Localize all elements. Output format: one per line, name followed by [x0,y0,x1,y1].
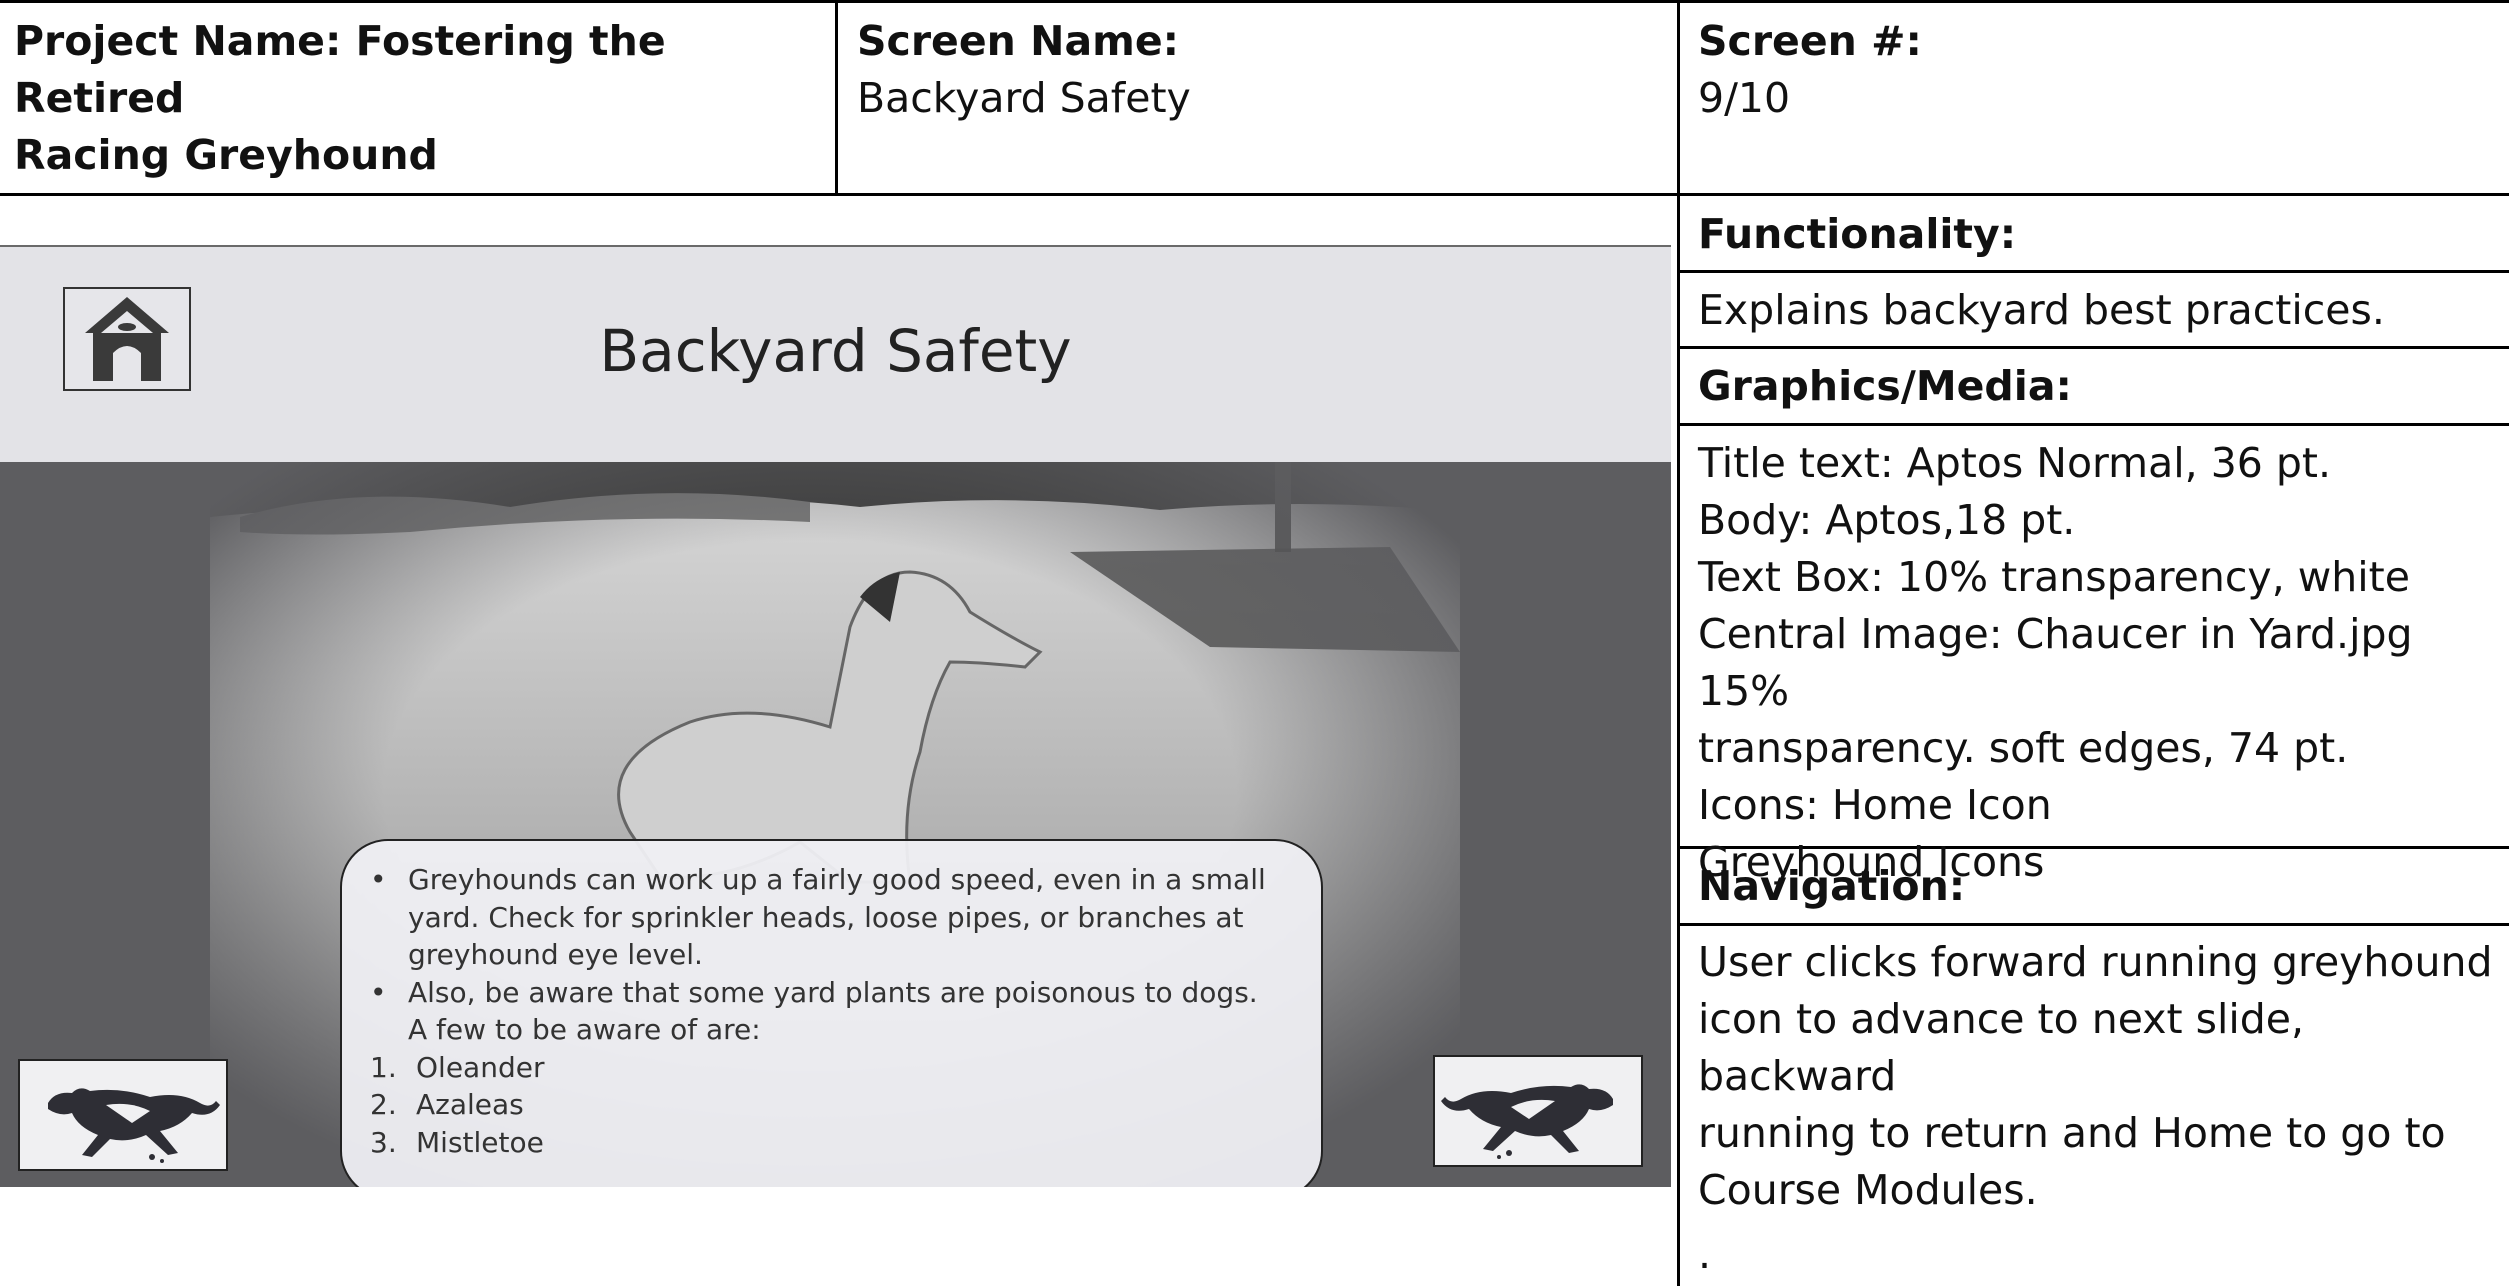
navigation-line: icon to advance to next slide, backward [1698,995,2305,1100]
graphics-line: Title text: Aptos Normal, 36 pt. [1698,439,2332,487]
bullet-item: • Greyhounds can work up a fairly good s… [370,861,1281,974]
bullet-text: Greyhounds can work up a fairly good spe… [408,863,1266,971]
trailing-period: . [1698,1230,1712,1278]
screen-number-label: Screen #: [1698,17,1922,65]
plant-name: Oleander [416,1050,545,1084]
plant-list-item: 2. Azaleas [370,1086,1281,1124]
navigation-details: User clicks forward running greyhound ic… [1698,934,2498,1219]
list-number: 1. [370,1050,397,1084]
slide-preview: Backyard Safety • Greyhounds can work up… [0,245,1671,1187]
graphics-line: transparency. soft edges, 74 pt. [1698,724,2349,772]
screen-name-label: Screen Name: [857,17,1180,65]
plant-list-item: 3. Mistletoe [370,1124,1281,1162]
running-greyhound-icon [1441,1084,1613,1159]
project-name-line-2: Racing Greyhound [14,131,438,179]
bullet-item: • Also, be aware that some yard plants a… [370,974,1281,1049]
graphics-line: Body: Aptos,18 pt. [1698,496,2076,544]
graphics-line: Icons: Home Icon [1698,781,2052,829]
bullet-text: Also, be aware that some yard plants are… [408,975,1258,1047]
list-number: 3. [370,1125,397,1159]
screen-number-cell: Screen #: 9/10 [1698,13,2498,127]
table-divider-2 [1677,0,1680,1286]
screen-number-value: 9/10 [1698,74,1791,122]
plant-list-item: 1. Oleander [370,1049,1281,1087]
forward-button[interactable] [1433,1055,1643,1167]
project-name-line-1: Project Name: Fostering the Retired [14,17,666,122]
slide-title: Backyard Safety [599,317,1072,385]
list-number: 2. [370,1088,397,1121]
navigation-label: Navigation: [1698,862,1966,910]
slide-text-box: • Greyhounds can work up a fairly good s… [340,839,1323,1187]
functionality-label: Functionality: [1698,210,2017,258]
side-rule-1 [1678,270,2509,273]
graphics-line: Central Image: Chaucer in Yard.jpg 15% [1698,610,2413,715]
navigation-line: User clicks forward running greyhound [1698,938,2493,986]
graphics-media-details: Title text: Aptos Normal, 36 pt. Body: A… [1698,435,2498,891]
side-rule-3 [1678,423,2509,426]
graphics-media-label: Graphics/Media: [1698,362,2072,410]
navigation-line: Course Modules. [1698,1166,2038,1214]
navigation-line: running to return and Home to go to [1698,1109,2446,1157]
running-greyhound-icon [48,1088,220,1163]
side-rule-5 [1678,923,2509,926]
project-name-cell: Project Name: Fostering the Retired Raci… [14,13,824,184]
bullet-mark: • [370,863,387,896]
bullet-mark: • [370,975,387,1009]
plant-name: Azaleas [416,1088,524,1121]
graphics-line: Text Box: 10% transparency, white [1698,553,2410,601]
screen-name-cell: Screen Name: Backyard Safety [857,13,1667,127]
plant-name: Mistletoe [416,1125,544,1159]
table-divider-1 [835,0,838,195]
table-border-top [0,0,2509,3]
table-border-header-bottom [0,193,2509,196]
back-button[interactable] [18,1059,228,1171]
side-rule-2 [1678,346,2509,349]
screen-name-value: Backyard Safety [857,74,1191,122]
functionality-text: Explains backyard best practices. [1698,286,2385,334]
